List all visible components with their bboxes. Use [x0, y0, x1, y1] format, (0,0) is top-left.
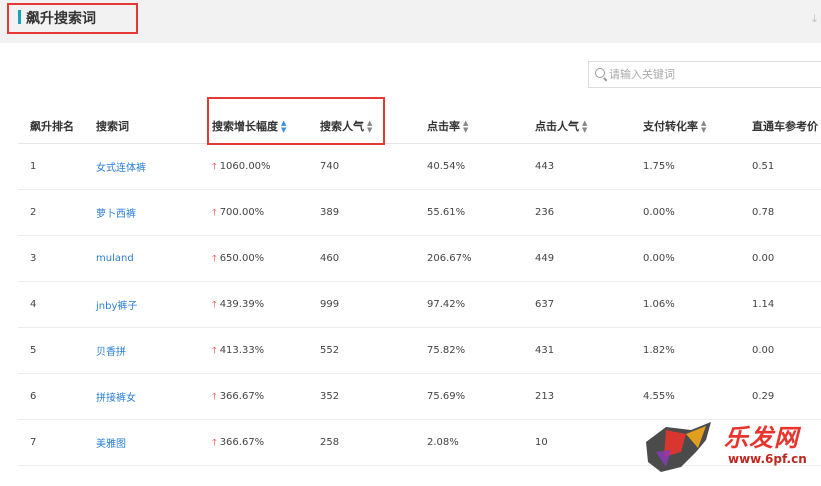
table-header-row: 飙升排名 搜索词 搜索增长幅度 ▲ ▼ 搜索人气 ▲ ▼ 点击率 ▲ ▼ 点击人气 ▲ ▼ 支付… [18, 108, 821, 144]
keyword-cell[interactable]: 拼接裤女 [84, 373, 200, 420]
arrow-up-icon: 🡑 [212, 161, 217, 172]
rank-cell: 5 [18, 327, 84, 374]
search-box[interactable] [588, 61, 821, 88]
header-bar: 飙升搜索词 ⤓ [0, 0, 821, 43]
keyword-cell[interactable]: muland [84, 235, 200, 282]
growth-cell: 🡑 1060.00% [200, 143, 308, 190]
growth-cell: 🡑 439.39% [200, 281, 308, 328]
col-rank: 飙升排名 [18, 108, 84, 144]
ad-price-cell: 0.00 [740, 327, 821, 374]
click-popularity-cell: 431 [523, 327, 631, 374]
table-row: 4 jnby裤子 🡑 439.39% 999 97.42% 637 1.06% 1… [18, 281, 821, 328]
keyword-cell[interactable]: 萝卜西裤 [84, 189, 200, 236]
search-popularity-cell: 999 [308, 281, 415, 328]
table-row: 5 贝香拼 🡑 413.33% 552 75.82% 431 1.82% 0.00 [18, 327, 821, 374]
rank-cell: 7 [18, 419, 84, 466]
keyword-link[interactable]: 贝香拼 [96, 347, 126, 358]
col-growth[interactable]: 搜索增长幅度 ▲ ▼ [200, 108, 308, 144]
page-title: 飙升搜索词 [26, 11, 96, 27]
search-popularity-cell: 258 [308, 419, 415, 466]
ad-price-cell: 1.14 [740, 281, 821, 328]
conversion-cell: 0.00% [631, 235, 740, 282]
table-row: 1 女式连体裤 🡑 1060.00% 740 40.54% 443 1.75% 0… [18, 143, 821, 190]
title-accent-bar [18, 10, 21, 24]
col-search-popularity[interactable]: 搜索人气 ▲ ▼ [308, 108, 415, 144]
search-popularity-cell: 460 [308, 235, 415, 282]
click-popularity-cell: 10 [523, 419, 631, 466]
growth-cell: 🡑 366.67% [200, 419, 308, 466]
keyword-link[interactable]: 美雅图 [96, 439, 126, 450]
arrow-up-icon: 🡑 [212, 391, 217, 402]
growth-cell: 🡑 413.33% [200, 327, 308, 374]
arrow-up-icon: 🡑 [212, 207, 217, 218]
ctr-cell: 206.67% [415, 235, 523, 282]
conversion-cell: 1.75% [631, 143, 740, 190]
col-keyword: 搜索词 [84, 108, 200, 144]
search-input[interactable] [609, 66, 809, 83]
watermark-logo: 乐发网 www.6pf.cn [636, 412, 821, 482]
growth-cell: 🡑 700.00% [200, 189, 308, 236]
keyword-link[interactable]: muland [96, 253, 134, 264]
keyword-cell[interactable]: 美雅图 [84, 419, 200, 466]
keyword-link[interactable]: 萝卜西裤 [96, 209, 136, 220]
ctr-cell: 55.61% [415, 189, 523, 236]
col-ad-price: 直通车参考价 [740, 108, 821, 144]
rank-cell: 2 [18, 189, 84, 236]
bull-logo-icon [646, 422, 711, 472]
arrow-up-icon: 🡑 [212, 345, 217, 356]
ctr-cell: 40.54% [415, 143, 523, 190]
watermark-url: www.6pf.cn [728, 452, 807, 466]
click-popularity-cell: 236 [523, 189, 631, 236]
sort-icon[interactable]: ▲ ▼ [367, 119, 372, 134]
col-ctr[interactable]: 点击率 ▲ ▼ [415, 108, 523, 144]
watermark-brand: 乐发网 [724, 424, 799, 452]
search-popularity-cell: 552 [308, 327, 415, 374]
ad-price-cell: 0.78 [740, 189, 821, 236]
conversion-cell: 1.06% [631, 281, 740, 328]
click-popularity-cell: 637 [523, 281, 631, 328]
ad-price-cell: 0.00 [740, 235, 821, 282]
search-icon [595, 68, 605, 78]
sort-icon[interactable]: ▲ ▼ [701, 119, 706, 134]
ctr-cell: 97.42% [415, 281, 523, 328]
conversion-cell: 0.00% [631, 189, 740, 236]
col-click-popularity[interactable]: 点击人气 ▲ ▼ [523, 108, 631, 144]
click-popularity-cell: 449 [523, 235, 631, 282]
keyword-cell[interactable]: 女式连体裤 [84, 143, 200, 190]
growth-cell: 🡑 366.67% [200, 373, 308, 420]
keyword-link[interactable]: 女式连体裤 [96, 163, 146, 174]
rank-cell: 4 [18, 281, 84, 328]
col-conversion[interactable]: 支付转化率 ▲ ▼ [631, 108, 740, 144]
keyword-link[interactable]: 拼接裤女 [96, 393, 136, 404]
download-icon[interactable]: ⤓ [812, 12, 817, 26]
search-popularity-cell: 389 [308, 189, 415, 236]
arrow-up-icon: 🡑 [212, 437, 217, 448]
ctr-cell: 75.69% [415, 373, 523, 420]
rank-cell: 1 [18, 143, 84, 190]
ad-price-cell: 0.51 [740, 143, 821, 190]
growth-cell: 🡑 650.00% [200, 235, 308, 282]
table-row: 3 muland 🡑 650.00% 460 206.67% 449 0.00% … [18, 235, 821, 282]
rank-cell: 3 [18, 235, 84, 282]
sort-icon[interactable]: ▲ ▼ [582, 119, 587, 134]
conversion-cell: 1.82% [631, 327, 740, 374]
table-row: 2 萝卜西裤 🡑 700.00% 389 55.61% 236 0.00% 0.7… [18, 189, 821, 236]
search-popularity-cell: 740 [308, 143, 415, 190]
keyword-link[interactable]: jnby裤子 [96, 301, 137, 312]
search-popularity-cell: 352 [308, 373, 415, 420]
rank-cell: 6 [18, 373, 84, 420]
ctr-cell: 2.08% [415, 419, 523, 466]
sort-icon[interactable]: ▲ ▼ [463, 119, 468, 134]
ctr-cell: 75.82% [415, 327, 523, 374]
sort-icon[interactable]: ▲ ▼ [281, 119, 286, 134]
click-popularity-cell: 443 [523, 143, 631, 190]
keyword-cell[interactable]: jnby裤子 [84, 281, 200, 328]
arrow-up-icon: 🡑 [212, 299, 217, 310]
keyword-cell[interactable]: 贝香拼 [84, 327, 200, 374]
arrow-up-icon: 🡑 [212, 253, 217, 264]
click-popularity-cell: 213 [523, 373, 631, 420]
